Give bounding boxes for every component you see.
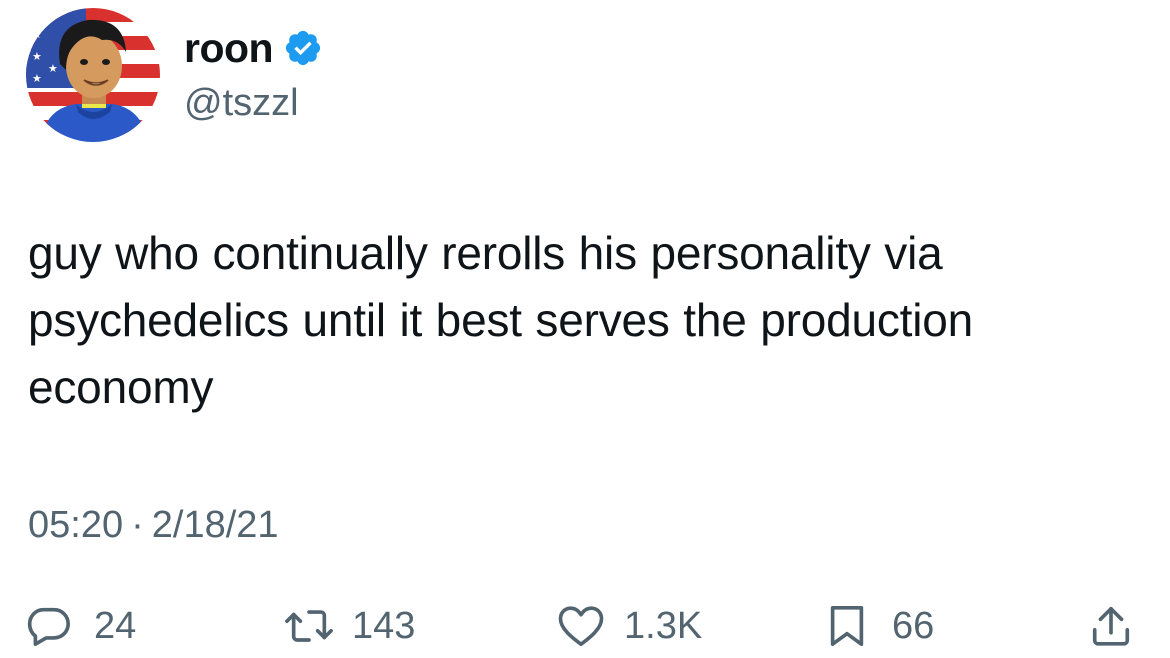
meta-separator: · [131,504,144,546]
action-bar: 24 143 1.3K 66 [0,596,1170,656]
author-handle[interactable]: @tszzl [184,80,299,126]
verified-badge-icon [283,28,323,68]
tweet-timestamp[interactable]: 05:20 · 2/18/21 [28,502,279,548]
heart-icon [556,603,604,649]
author-display-name[interactable]: roon [184,24,274,72]
svg-text:★: ★ [48,62,58,75]
author-name-row[interactable]: roon [184,24,323,72]
reply-icon [26,603,72,649]
retweet-button[interactable]: 143 [284,596,415,656]
bookmark-count: 66 [892,605,935,647]
reply-button[interactable]: 24 [26,596,136,656]
tweet-date[interactable]: 2/18/21 [152,502,279,548]
svg-text:★: ★ [32,72,42,85]
svg-text:★: ★ [32,50,42,63]
avatar[interactable]: ★ ★ ★ ★ [26,8,160,142]
tweet-text: guy who continually rerolls his personal… [28,227,974,413]
like-button[interactable]: 1.3K [556,596,702,656]
tweet-time[interactable]: 05:20 [28,502,123,548]
svg-text:★: ★ [32,28,42,41]
share-button[interactable] [1088,596,1134,656]
reply-count: 24 [94,605,137,647]
retweet-count: 143 [352,605,416,647]
bookmark-button[interactable]: 66 [824,596,934,656]
like-count: 1.3K [624,605,703,647]
avatar-image: ★ ★ ★ ★ [26,8,160,142]
share-icon [1088,603,1134,649]
retweet-icon [284,603,333,649]
bookmark-icon [824,603,870,649]
tweet-card: ★ ★ ★ ★ roon @tszzl guy who continually … [0,0,1170,658]
